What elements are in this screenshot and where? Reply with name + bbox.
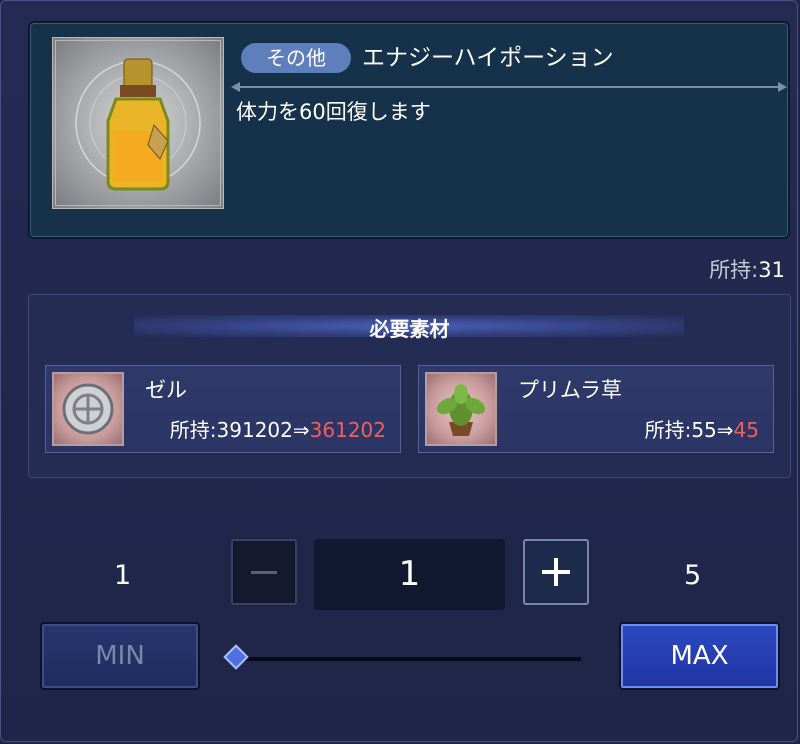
divider xyxy=(231,82,787,92)
material-count-before: 391202 xyxy=(216,418,293,442)
material-count: 所持:391202⇒361202 xyxy=(170,414,386,443)
decrement-button[interactable] xyxy=(231,539,297,605)
owned-label: 所持: xyxy=(709,258,759,282)
material-slot-zel[interactable]: ゼル 所持:391202⇒361202 xyxy=(45,365,401,453)
material-count-arrow: ⇒ xyxy=(292,418,310,442)
max-value: 5 xyxy=(684,560,702,591)
materials-title: 必要素材 xyxy=(369,317,450,341)
material-count-after: 45 xyxy=(733,418,759,442)
potion-bottle-icon xyxy=(75,58,201,191)
material-count-arrow: ⇒ xyxy=(716,418,734,442)
item-icon-frame xyxy=(52,37,224,209)
material-count-label: 所持: xyxy=(644,418,692,442)
item-description: 体力を60回復します xyxy=(236,100,431,124)
min-value: 1 xyxy=(114,560,132,591)
minus-icon xyxy=(251,571,277,574)
material-count-after: 361202 xyxy=(309,418,386,442)
material-count-before: 55 xyxy=(691,418,717,442)
material-name: プリムラ草 xyxy=(518,378,622,402)
quantity-slider-thumb[interactable] xyxy=(223,644,249,670)
craft-panel: その他 エナジーハイポーション 体力を60回復します 所持:31 必要素材 ゼル… xyxy=(0,0,798,742)
material-count-label: 所持: xyxy=(169,418,217,442)
quantity-display: 1 xyxy=(314,539,505,610)
max-button[interactable]: MAX xyxy=(619,622,780,690)
item-name: エナジーハイポーション xyxy=(362,45,614,71)
increment-button[interactable] xyxy=(523,539,589,605)
material-slot-primula[interactable]: プリムラ草 所持:55⇒45 xyxy=(418,365,774,453)
owned-count: 所持:31 xyxy=(709,254,785,284)
owned-value: 31 xyxy=(758,258,785,282)
material-name: ゼル xyxy=(145,378,187,402)
category-badge: その他 xyxy=(241,43,351,73)
item-card: その他 エナジーハイポーション 体力を60回復します xyxy=(28,21,790,239)
materials-panel: 必要素材 ゼル 所持:391202⇒361202 プリムラ草 所持:55⇒45 xyxy=(28,294,791,478)
zel-coin-icon xyxy=(52,372,124,446)
material-count: 所持:55⇒45 xyxy=(645,414,759,443)
primula-herb-icon xyxy=(425,372,497,446)
min-button[interactable]: MIN xyxy=(40,622,200,690)
quantity-slider-track[interactable] xyxy=(237,657,581,661)
